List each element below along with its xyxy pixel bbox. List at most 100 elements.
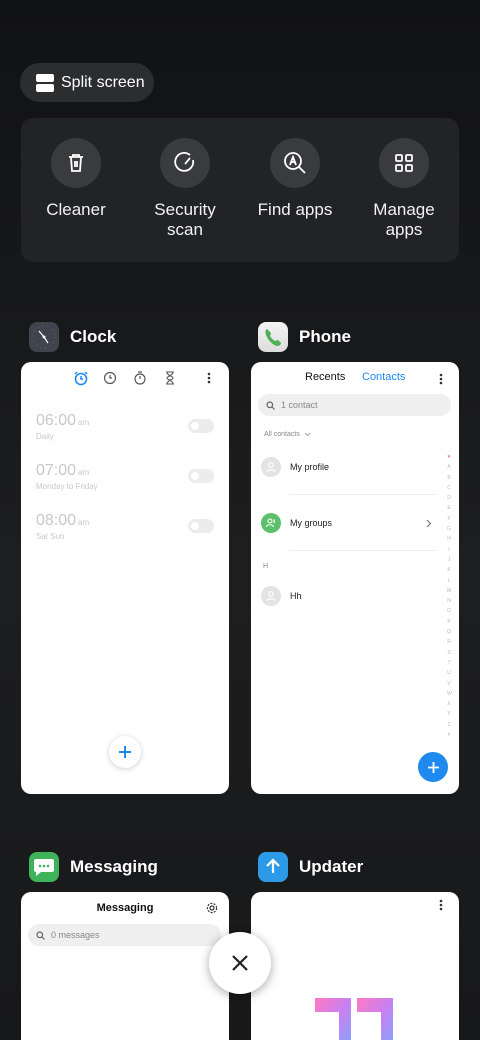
messaging-title: Messaging	[96, 902, 154, 914]
split-screen-label: Split screen	[61, 73, 145, 91]
more-options-icon[interactable]	[438, 898, 444, 912]
alarm-time: 06:00 am	[36, 412, 89, 430]
alphabet-index-letter[interactable]: #	[447, 730, 451, 740]
manage-apps-button[interactable]: Manage apps	[349, 138, 459, 240]
trash-icon	[51, 138, 101, 188]
search-placeholder: 1 contact	[281, 400, 318, 410]
alphabet-index-letter[interactable]: Y	[447, 709, 451, 719]
alphabet-index-letter[interactable]: M	[447, 586, 451, 596]
messaging-app-header[interactable]: Messaging	[29, 852, 158, 882]
security-scan-button[interactable]: Security scan	[130, 138, 240, 240]
phone-app-name: Phone	[299, 327, 351, 346]
find-apps-button[interactable]: Find apps	[240, 138, 350, 220]
world-clock-tab-icon[interactable]	[103, 371, 117, 385]
alphabet-index-letter[interactable]: G	[447, 524, 451, 534]
timer-tab-icon[interactable]	[163, 371, 177, 385]
alphabet-index-letter[interactable]: D	[447, 493, 451, 503]
alphabet-index-letter[interactable]: H	[447, 534, 451, 544]
list-item[interactable]: Hh	[261, 584, 439, 608]
alphabet-index-letter[interactable]: A	[447, 462, 451, 472]
contact-name: My groups	[290, 518, 333, 528]
alphabet-index[interactable]: ♥ A B C D E F G H I J K L M N O P Q R S T U V W X Y Z #	[447, 452, 452, 740]
alphabet-index-letter[interactable]: R	[447, 637, 451, 647]
avatar	[261, 586, 281, 606]
alphabet-index-letter[interactable]: X	[447, 699, 451, 709]
alarm-time-value: 07:00	[36, 462, 77, 479]
alphabet-index-letter[interactable]: C	[447, 483, 451, 493]
alarm-time: 07:00 am	[36, 462, 89, 480]
alarm-item[interactable]: 06:00 am Daily	[21, 412, 229, 452]
alarm-item[interactable]: 08:00 am Sat Sun	[21, 512, 229, 552]
alarm-item[interactable]: 07:00 am Monday to Friday	[21, 462, 229, 502]
alarm-time: 08:00 am	[36, 512, 89, 530]
security-scan-label: Security scan	[154, 200, 216, 239]
security-scan-icon	[160, 138, 210, 188]
alphabet-index-letter[interactable]: Q	[447, 627, 451, 637]
alphabet-index-letter[interactable]: E	[447, 503, 451, 513]
phone-app-card[interactable]: Recents Contacts 1 contact All contacts …	[251, 362, 459, 794]
alphabet-index-letter[interactable]: I	[447, 545, 451, 555]
alphabet-index-letter[interactable]: W	[447, 689, 452, 699]
alarm-time-value: 06:00	[36, 412, 77, 429]
list-item[interactable]: My profile	[261, 455, 439, 479]
clock-app-header[interactable]: Clock	[29, 322, 116, 352]
groups-icon	[261, 513, 281, 533]
alphabet-index-letter[interactable]: ♥	[447, 452, 451, 462]
close-all-button[interactable]	[209, 932, 271, 994]
alarm-toggle[interactable]	[188, 469, 214, 483]
phone-app-icon	[258, 322, 288, 352]
quick-tools-panel: Cleaner Security scan Find apps Manage a…	[21, 118, 459, 262]
messages-search-input[interactable]: 0 messages	[28, 924, 221, 946]
tab-recents[interactable]: Recents	[305, 371, 345, 383]
alphabet-index-letter[interactable]: J	[447, 555, 451, 565]
contact-name: Hh	[290, 591, 302, 601]
more-options-icon[interactable]	[438, 372, 444, 386]
chevron-down-icon	[304, 432, 311, 437]
contacts-search-input[interactable]: 1 contact	[258, 394, 451, 416]
split-screen-button[interactable]: Split screen	[20, 63, 154, 102]
search-icon	[266, 400, 275, 410]
find-apps-label: Find apps	[257, 200, 333, 219]
alarm-ampm: am	[78, 518, 90, 527]
contacts-filter-dropdown[interactable]: All contacts	[264, 431, 311, 438]
updater-app-header[interactable]: Updater	[258, 852, 363, 882]
alphabet-index-letter[interactable]: K	[447, 565, 451, 575]
alarm-tab-icon[interactable]	[73, 370, 89, 386]
alarm-repeat: Sat Sun	[36, 532, 65, 541]
add-contact-button[interactable]	[418, 752, 448, 782]
alphabet-index-letter[interactable]: U	[447, 668, 451, 678]
divider	[289, 494, 437, 495]
list-item[interactable]: My groups	[261, 511, 439, 535]
alarm-repeat: Daily	[36, 432, 54, 441]
section-header: H	[263, 563, 269, 570]
updater-app-icon	[258, 852, 288, 882]
alarm-toggle[interactable]	[188, 519, 214, 533]
clock-tabs	[21, 370, 229, 386]
alphabet-index-letter[interactable]: F	[447, 514, 451, 524]
add-alarm-button[interactable]	[109, 736, 141, 768]
avatar	[261, 457, 281, 477]
alphabet-index-letter[interactable]: N	[447, 596, 451, 606]
alphabet-index-letter[interactable]: O	[447, 606, 451, 616]
search-icon	[36, 930, 45, 940]
tab-contacts[interactable]: Contacts	[362, 371, 405, 383]
updater-app-card[interactable]	[251, 892, 459, 1040]
settings-gear-icon[interactable]	[206, 902, 218, 914]
stopwatch-tab-icon[interactable]	[133, 371, 147, 385]
alphabet-index-letter[interactable]: S	[447, 648, 451, 658]
alphabet-index-letter[interactable]: T	[447, 658, 451, 668]
alarm-ampm: am	[78, 468, 90, 477]
more-options-icon[interactable]	[206, 371, 212, 385]
cleaner-button[interactable]: Cleaner	[21, 138, 131, 220]
close-icon	[232, 955, 248, 971]
phone-app-header[interactable]: Phone	[258, 322, 351, 352]
alphabet-index-letter[interactable]: L	[447, 576, 451, 586]
filter-label: All contacts	[264, 431, 300, 438]
messaging-app-card[interactable]: Messaging 0 messages	[21, 892, 229, 1040]
alphabet-index-letter[interactable]: Z	[447, 720, 451, 730]
clock-app-card[interactable]: 06:00 am Daily 07:00 am Monday to Friday 0…	[21, 362, 229, 794]
alphabet-index-letter[interactable]: V	[447, 679, 451, 689]
alphabet-index-letter[interactable]: B	[447, 473, 451, 483]
alarm-toggle[interactable]	[188, 419, 214, 433]
alphabet-index-letter[interactable]: P	[447, 617, 451, 627]
